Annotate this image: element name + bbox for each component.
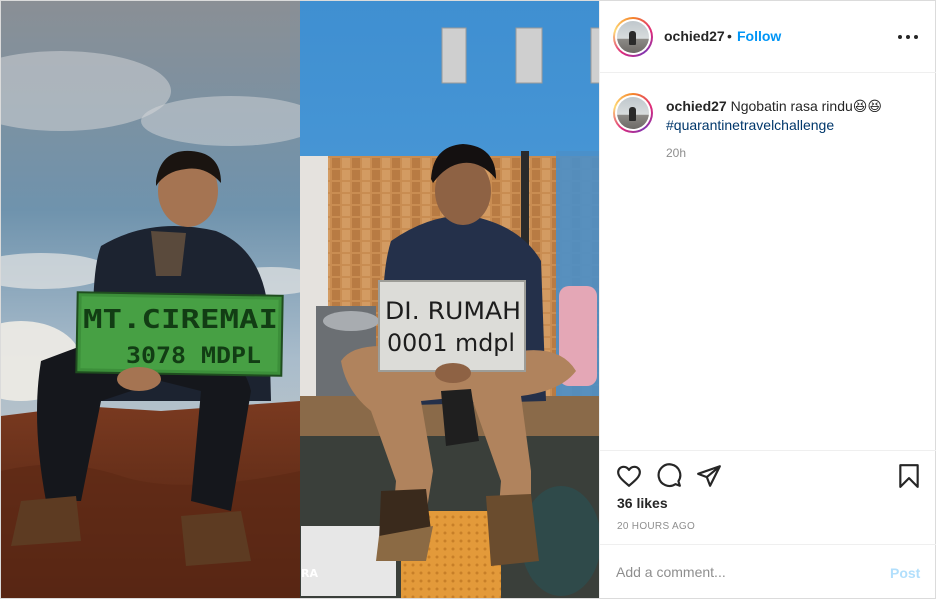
- action-bar: [600, 450, 936, 498]
- right-sign-line2: 0001 mdpl: [387, 329, 515, 357]
- caption-story-ring[interactable]: [613, 93, 653, 133]
- post-photo[interactable]: MT.CIREMAI 3078 MDPL DI. RUMAH 0001 mdpl…: [1, 1, 599, 598]
- comment-input[interactable]: [616, 561, 866, 583]
- paper-plane-icon[interactable]: [696, 463, 722, 489]
- post-details-panel: ochied27 • Follow ochied27 Ngobatin rasa…: [599, 1, 936, 598]
- add-comment-bar: Post: [600, 544, 936, 598]
- follow-button[interactable]: Follow: [737, 28, 781, 44]
- caption-body: Ngobatin rasa rindu😆😆: [730, 98, 882, 114]
- bookmark-icon[interactable]: [896, 463, 922, 489]
- caption-avatar: [617, 97, 649, 129]
- more-horizontal-icon[interactable]: [896, 27, 920, 47]
- left-sign-line2: 3078 MDPL: [126, 344, 261, 369]
- avatar: [617, 21, 649, 53]
- right-photo: DI. RUMAH 0001 mdpl RA: [300, 1, 599, 598]
- comment-icon[interactable]: [656, 463, 682, 489]
- separator-dot: •: [727, 28, 732, 44]
- photo-watermark: RA: [301, 567, 318, 580]
- post-timestamp[interactable]: 20 HOURS AGO: [617, 521, 695, 532]
- left-photo: MT.CIREMAI 3078 MDPL: [1, 1, 321, 598]
- heart-icon[interactable]: [616, 463, 642, 489]
- caption-hashtag[interactable]: #quarantinetravelchallenge: [666, 117, 834, 133]
- caption-text: ochied27 Ngobatin rasa rindu😆😆 #quaranti…: [666, 97, 921, 135]
- caption-time[interactable]: 20h: [666, 146, 686, 160]
- header-username[interactable]: ochied27: [664, 28, 725, 44]
- story-ring[interactable]: [613, 17, 653, 57]
- like-count[interactable]: 36 likes: [617, 495, 668, 511]
- left-sign-line1: MT.CIREMAI: [83, 305, 278, 335]
- post-comment-button[interactable]: Post: [890, 565, 920, 581]
- right-sign-line1: DI. RUMAH: [385, 297, 521, 325]
- caption-username[interactable]: ochied27: [666, 98, 727, 114]
- post-header: ochied27 • Follow: [600, 1, 936, 73]
